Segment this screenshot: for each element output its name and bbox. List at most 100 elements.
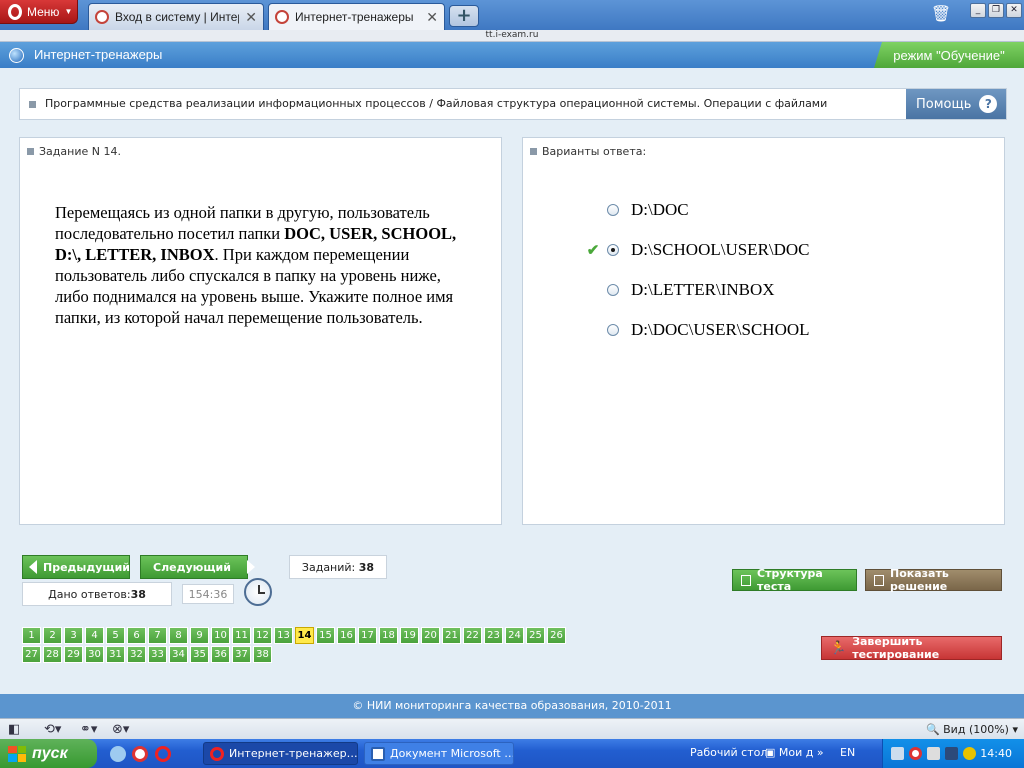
language-indicator[interactable]: EN bbox=[840, 746, 855, 759]
windows-logo-icon bbox=[8, 745, 26, 762]
desktop-toolbar-label[interactable]: Рабочий стол bbox=[690, 746, 767, 759]
test-structure-button[interactable]: Структура теста bbox=[732, 567, 857, 593]
question-cell[interactable]: 27 bbox=[22, 646, 41, 663]
question-cell[interactable]: 37 bbox=[232, 646, 251, 663]
question-cell[interactable]: 9 bbox=[190, 627, 209, 644]
question-cell[interactable]: 35 bbox=[190, 646, 209, 663]
turbo-icon[interactable]: ⊗▾ bbox=[112, 722, 129, 737]
question-cell[interactable]: 23 bbox=[484, 627, 503, 644]
unite-icon[interactable]: ⚭▾ bbox=[80, 722, 97, 737]
question-cell[interactable]: 34 bbox=[169, 646, 188, 663]
minimize-button[interactable]: _ bbox=[970, 3, 986, 18]
folder-icon: ▣ bbox=[765, 746, 776, 759]
quicklaunch-opera-icon[interactable] bbox=[155, 746, 171, 762]
radio-button[interactable] bbox=[607, 284, 619, 296]
empty-slot bbox=[583, 200, 603, 220]
sync-icon[interactable]: ⟲▾ bbox=[44, 722, 61, 737]
my-documents-label: Мои д bbox=[778, 746, 814, 759]
question-cell[interactable]: 16 bbox=[337, 627, 356, 644]
quicklaunch-desktop-icon[interactable] bbox=[110, 746, 126, 762]
opera-logo-icon bbox=[8, 3, 22, 20]
question-cell[interactable]: 25 bbox=[526, 627, 545, 644]
answer-option[interactable]: ✔ D:\SCHOOL\USER\DOC bbox=[583, 240, 810, 260]
window-close-button[interactable]: ✕ bbox=[1006, 3, 1022, 18]
finish-label: Завершить тестирование bbox=[852, 635, 940, 661]
question-cell[interactable]: 24 bbox=[505, 627, 524, 644]
question-cell[interactable]: 33 bbox=[148, 646, 167, 663]
tray-clock[interactable]: 14:40 bbox=[980, 747, 1012, 760]
start-button[interactable]: пуск bbox=[0, 739, 97, 768]
radio-dot bbox=[611, 248, 615, 252]
question-cell[interactable]: 21 bbox=[442, 627, 461, 644]
zoom-level[interactable]: 🔍 Вид (100%) ▾ bbox=[926, 723, 1018, 736]
question-cell[interactable]: 26 bbox=[547, 627, 566, 644]
volume-icon[interactable] bbox=[927, 747, 940, 760]
total-tasks-label: Заданий: bbox=[301, 560, 356, 574]
monitor-icon[interactable] bbox=[945, 747, 958, 760]
question-cell[interactable]: 6 bbox=[127, 627, 146, 644]
question-cell[interactable]: 10 bbox=[211, 627, 230, 644]
question-cell[interactable]: 29 bbox=[64, 646, 83, 663]
network-icon[interactable] bbox=[891, 747, 904, 760]
radio-button[interactable] bbox=[607, 244, 619, 256]
help-label: Помощь bbox=[916, 96, 972, 112]
question-cell[interactable]: 4 bbox=[85, 627, 104, 644]
close-icon[interactable]: ✕ bbox=[426, 9, 438, 26]
question-cell[interactable]: 7 bbox=[148, 627, 167, 644]
question-cell[interactable]: 5 bbox=[106, 627, 125, 644]
answer-option[interactable]: D:\DOC bbox=[583, 200, 689, 220]
taskbar-item-opera[interactable]: Интернет-тренажер… bbox=[203, 742, 358, 765]
panel-toggle-icon[interactable]: ◧ bbox=[8, 722, 20, 737]
question-cell[interactable]: 20 bbox=[421, 627, 440, 644]
new-tab-button[interactable]: + bbox=[449, 5, 479, 27]
radio-button[interactable] bbox=[607, 324, 619, 336]
question-cell[interactable]: 11 bbox=[232, 627, 251, 644]
taskbar-item-label: Документ Microsoft … bbox=[390, 747, 514, 760]
question-cell[interactable]: 1 bbox=[22, 627, 41, 644]
target-tray-icon[interactable] bbox=[909, 747, 922, 760]
question-cell[interactable]: 2 bbox=[43, 627, 62, 644]
address-display[interactable]: tt.i-exam.ru bbox=[0, 30, 1024, 42]
help-button[interactable]: Помощь ? bbox=[906, 89, 1006, 119]
answer-label: D:\LETTER\INBOX bbox=[631, 280, 775, 299]
show-solution-button[interactable]: Показать решение bbox=[865, 567, 1002, 593]
quicklaunch-target-icon[interactable] bbox=[132, 746, 148, 762]
finish-testing-button[interactable]: 🏃 Завершить тестирование bbox=[821, 635, 1002, 661]
next-button[interactable]: Следующий bbox=[140, 555, 255, 579]
question-cell[interactable]: 32 bbox=[127, 646, 146, 663]
answer-option[interactable]: D:\DOC\USER\SCHOOL bbox=[583, 320, 810, 340]
question-cell[interactable]: 15 bbox=[316, 627, 335, 644]
trash-icon[interactable]: 🗑 bbox=[930, 4, 952, 26]
question-cell[interactable]: 12 bbox=[253, 627, 272, 644]
answer-label: D:\DOC bbox=[631, 200, 689, 219]
answered-value: 38 bbox=[130, 587, 146, 601]
question-cell[interactable]: 22 bbox=[463, 627, 482, 644]
question-cell[interactable]: 31 bbox=[106, 646, 125, 663]
question-cell[interactable]: 38 bbox=[253, 646, 272, 663]
my-documents-toolbar[interactable]: ▣ Мои д » bbox=[765, 746, 824, 759]
previous-button[interactable]: Предыдущий bbox=[22, 555, 130, 579]
question-cell[interactable]: 13 bbox=[274, 627, 293, 644]
next-label: Следующий bbox=[153, 560, 231, 574]
security-icon[interactable] bbox=[963, 747, 976, 760]
question-cell[interactable]: 8 bbox=[169, 627, 188, 644]
tab-login[interactable]: Вход в систему | Интер… ✕ bbox=[88, 3, 264, 30]
question-cell[interactable]: 17 bbox=[358, 627, 377, 644]
radio-button[interactable] bbox=[607, 204, 619, 216]
question-cell[interactable]: 30 bbox=[85, 646, 104, 663]
taskbar-item-word[interactable]: Документ Microsoft … bbox=[364, 742, 514, 765]
answer-label: D:\SCHOOL\USER\DOC bbox=[631, 240, 810, 259]
question-cell[interactable]: 36 bbox=[211, 646, 230, 663]
restore-button[interactable]: ❐ bbox=[988, 3, 1004, 18]
question-cell[interactable]: 19 bbox=[400, 627, 419, 644]
opera-menu-button[interactable]: Меню ▼ bbox=[0, 0, 78, 24]
question-cell[interactable]: 28 bbox=[43, 646, 62, 663]
start-label: пуск bbox=[32, 744, 68, 762]
question-cell[interactable]: 3 bbox=[64, 627, 83, 644]
question-cell[interactable]: 18 bbox=[379, 627, 398, 644]
tab-trainers[interactable]: Интернет-тренажеры ✕ bbox=[268, 3, 445, 30]
question-cell[interactable]: 14 bbox=[295, 627, 314, 644]
empty-slot bbox=[583, 320, 603, 340]
close-icon[interactable]: ✕ bbox=[245, 9, 257, 26]
answer-option[interactable]: D:\LETTER\INBOX bbox=[583, 280, 775, 300]
